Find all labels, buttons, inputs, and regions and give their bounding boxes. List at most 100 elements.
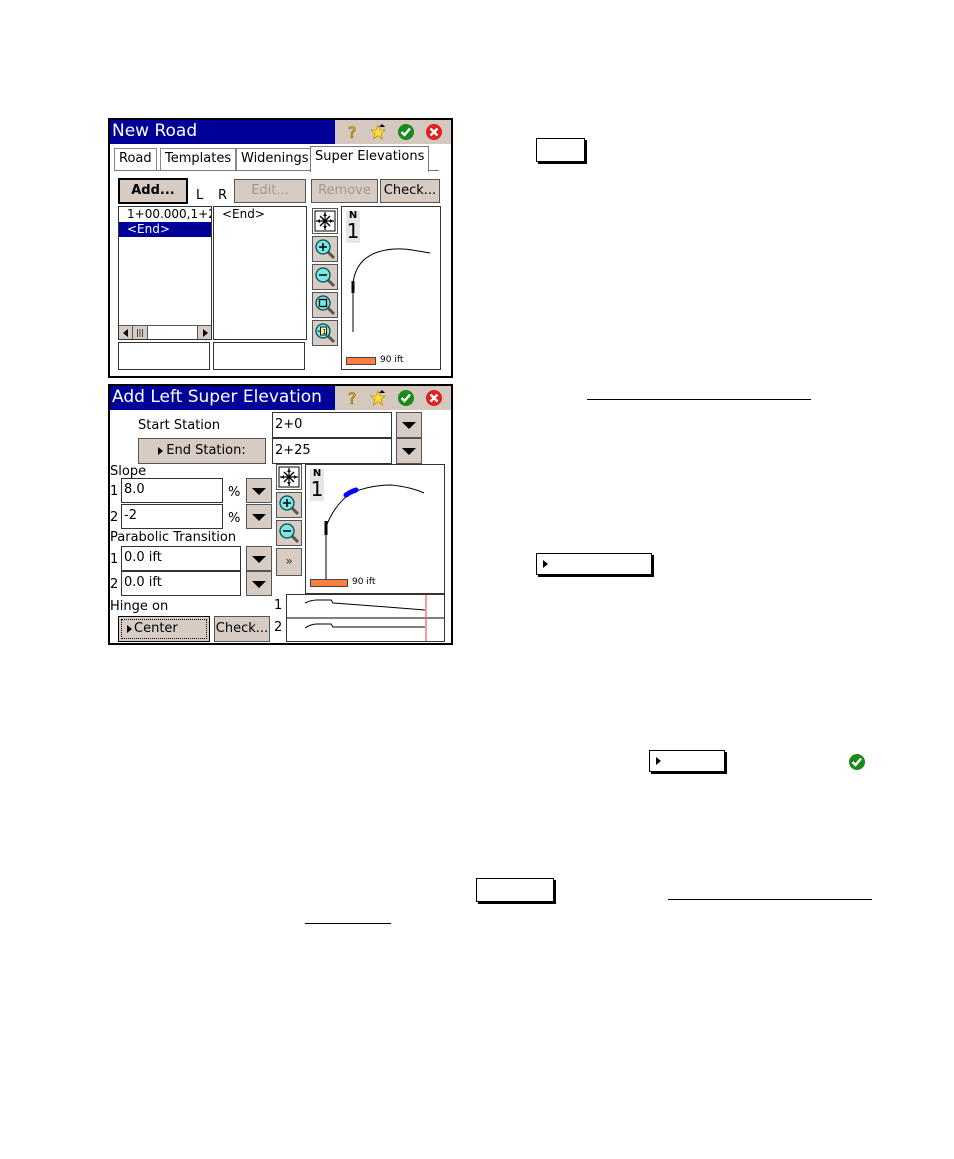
zoom-out-button[interactable] (312, 264, 338, 290)
road-alignment-graphic (324, 484, 425, 580)
window-title: New Road (112, 121, 198, 141)
end-station-button[interactable]: End Station: (138, 438, 266, 464)
parabolic-1-index: 1 (110, 552, 119, 567)
hinge-on-label: Hinge on (110, 599, 169, 614)
doc-inline-end-station-button-graphic (536, 553, 652, 575)
zoom-to-item-icon: 1 (315, 323, 336, 344)
list-item[interactable]: <End> (119, 222, 211, 237)
slope-2-input[interactable]: -2 (121, 504, 223, 529)
start-station-marker (324, 521, 328, 535)
end-station-dropdown[interactable] (396, 438, 422, 464)
slope-2-dropdown[interactable] (246, 504, 272, 529)
right-info-box (213, 342, 305, 370)
road-map-view[interactable]: N 1 90 ift (305, 464, 445, 594)
slope-2-unit: % (228, 511, 241, 526)
doc-ok-check-icon (849, 754, 865, 770)
tab-templates[interactable]: Templates (160, 148, 237, 170)
remove-button[interactable]: Remove (311, 179, 378, 203)
tab-super-elevations[interactable]: Super Elevations (310, 146, 430, 172)
doc-inline-hinge-button-graphic (649, 750, 725, 772)
zoom-in-button[interactable] (276, 492, 302, 518)
list-item[interactable]: <End> (214, 207, 306, 222)
scale-label: 90 ift (352, 577, 376, 587)
station-marker (351, 281, 355, 293)
title-bar: Add Left Super Elevation ? (110, 386, 451, 410)
title-icons: ? (335, 120, 451, 144)
favorites-star-icon[interactable] (369, 389, 387, 407)
manual-page: { "new_road_window": { "title": "New Roa… (0, 0, 954, 1159)
svg-text:?: ? (348, 389, 357, 407)
list-item[interactable]: 1+00.000,1+2 (119, 207, 211, 222)
favorites-star-icon[interactable] (369, 123, 387, 141)
end-station-input[interactable]: 2+25 (272, 438, 392, 464)
hinge-on-button-label: Center (134, 621, 178, 636)
parabolic-1-dropdown[interactable] (246, 546, 272, 571)
tab-widenings[interactable]: Widenings (236, 148, 314, 170)
scale-label: 90 ift (380, 355, 404, 365)
right-super-elevation-list[interactable]: <End> (213, 206, 307, 340)
zoom-extents-icon (314, 210, 336, 232)
ok-check-icon[interactable] (397, 123, 415, 141)
slope-1-index: 1 (110, 484, 119, 499)
slope-1-dropdown[interactable] (246, 478, 272, 503)
parabolic-2-dropdown[interactable] (246, 571, 272, 596)
zoom-to-item-button[interactable]: 1 (312, 320, 338, 346)
ok-check-icon[interactable] (397, 389, 415, 407)
zoom-window-button[interactable] (312, 292, 338, 318)
slope-label: Slope (110, 464, 147, 479)
left-super-elevation-list[interactable]: 1+00.000,1+2 <End> ||| (118, 206, 212, 340)
profile-line-1 (304, 599, 426, 611)
close-x-icon[interactable] (425, 123, 443, 141)
add-button[interactable]: Add... (118, 178, 188, 204)
profile-graphic (287, 595, 444, 641)
zoom-in-icon (279, 495, 300, 516)
svg-text:1: 1 (322, 328, 326, 336)
doc-underline-link[interactable] (587, 399, 811, 400)
arrow-right-icon (543, 560, 548, 568)
parabolic-2-input[interactable]: 0.0 ift (121, 571, 241, 596)
tab-road[interactable]: Road (114, 148, 157, 170)
check-button[interactable]: Check... (214, 616, 270, 642)
road-map-view[interactable]: N 1 90 ift (341, 206, 441, 370)
slope-1-input[interactable]: 8.0 (121, 478, 223, 503)
check-button[interactable]: Check... (380, 179, 440, 203)
start-station-label: Start Station (138, 418, 221, 433)
left-info-box (118, 342, 210, 370)
window-title: Add Left Super Elevation (112, 387, 322, 407)
arrow-right-icon (656, 757, 661, 765)
help-icon[interactable]: ? (343, 123, 361, 141)
zoom-out-icon (315, 267, 336, 288)
close-x-icon[interactable] (425, 389, 443, 407)
zoom-out-icon (279, 523, 300, 544)
parabolic-1-input[interactable]: 0.0 ift (121, 546, 241, 571)
profile-line-2 (304, 623, 425, 629)
scroll-right-button[interactable] (197, 326, 211, 339)
left-column-label: L (196, 188, 204, 203)
start-station-dropdown[interactable] (396, 412, 422, 438)
doc-underline-link-2[interactable] (668, 899, 872, 900)
scroll-left-button[interactable] (119, 326, 133, 339)
right-column-label: R (218, 188, 228, 203)
title-icons: ? (335, 386, 451, 410)
zoom-out-button[interactable] (276, 520, 302, 546)
zoom-extents-button[interactable] (276, 464, 302, 490)
zoom-extents-icon (278, 466, 300, 488)
parabolic-transition-label: Parabolic Transition (110, 530, 237, 545)
zoom-extents-button[interactable] (312, 208, 338, 234)
profile-row-2-index: 2 (274, 620, 283, 635)
more-button[interactable]: » (276, 548, 302, 576)
slope-1-unit: % (228, 485, 241, 500)
zoom-window-icon (315, 295, 336, 316)
zoom-in-button[interactable] (312, 236, 338, 262)
start-station-input[interactable]: 2+0 (272, 412, 392, 438)
scale-bar (310, 579, 348, 587)
horizontal-scrollbar[interactable]: ||| (119, 325, 211, 339)
edit-button[interactable]: Edit... (234, 179, 306, 203)
profile-row-1-index: 1 (274, 598, 283, 613)
help-icon[interactable]: ? (343, 389, 361, 407)
new-road-window: New Road ? Road Templates Widenings Supe… (108, 118, 453, 378)
doc-underline-link-3[interactable] (305, 923, 391, 924)
scroll-thumb[interactable]: ||| (133, 326, 148, 339)
arrow-right-icon (127, 624, 132, 633)
hinge-on-button[interactable]: Center (118, 616, 210, 642)
